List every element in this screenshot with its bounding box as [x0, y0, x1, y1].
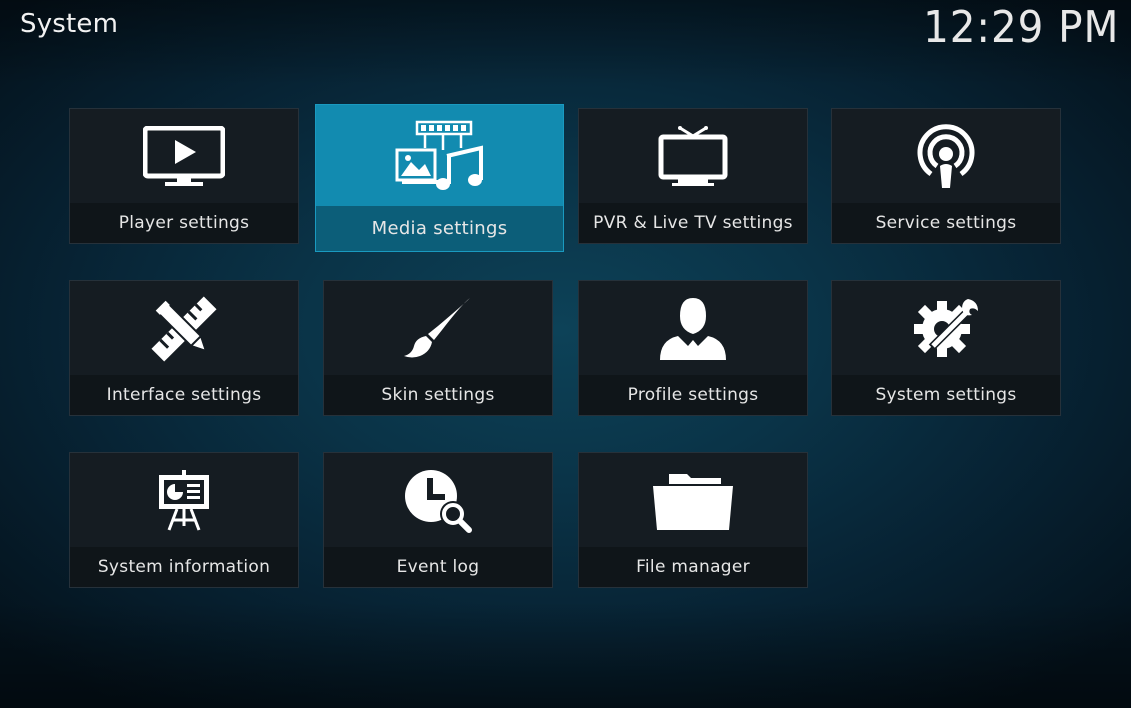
presentation-icon	[159, 469, 209, 531]
tile-label: Profile settings	[579, 375, 807, 415]
tile-system-settings[interactable]: System settings	[831, 280, 1061, 416]
tile-label: Event log	[324, 547, 552, 587]
pencil-ruler-icon	[151, 295, 217, 362]
profile-icon	[660, 297, 726, 360]
tile-label: Media settings	[316, 206, 563, 251]
tile-system-information[interactable]: System information	[69, 452, 299, 588]
tile-service-settings[interactable]: Service settings	[831, 108, 1061, 244]
tile-media-settings[interactable]: Media settings	[315, 104, 564, 252]
window-title: System	[20, 9, 119, 39]
paintbrush-icon	[404, 297, 470, 357]
media-icon	[395, 120, 483, 190]
tile-label: Interface settings	[70, 375, 298, 415]
folder-icon	[653, 473, 733, 530]
tile-label: Skin settings	[324, 375, 552, 415]
clock: 12:29 PM	[922, 2, 1119, 53]
tile-player-settings[interactable]: Player settings	[69, 108, 299, 244]
podcast-icon	[917, 123, 975, 188]
tile-label: System settings	[832, 375, 1060, 415]
tile-file-manager[interactable]: File manager	[578, 452, 808, 588]
tile-skin-settings[interactable]: Skin settings	[323, 280, 553, 416]
tv-icon	[658, 125, 728, 186]
tile-label: System information	[70, 547, 298, 587]
clock-search-icon	[405, 469, 472, 533]
tile-interface-settings[interactable]: Interface settings	[69, 280, 299, 416]
gear-wrench-icon	[914, 298, 978, 357]
tile-label: PVR & Live TV settings	[579, 203, 807, 243]
tile-pvr-live-tv-settings[interactable]: PVR & Live TV settings	[578, 108, 808, 244]
tile-event-log[interactable]: Event log	[323, 452, 553, 588]
tile-label: File manager	[579, 547, 807, 587]
tile-label: Service settings	[832, 203, 1060, 243]
tile-profile-settings[interactable]: Profile settings	[578, 280, 808, 416]
play-monitor-icon	[143, 125, 225, 186]
tile-label: Player settings	[70, 203, 298, 243]
